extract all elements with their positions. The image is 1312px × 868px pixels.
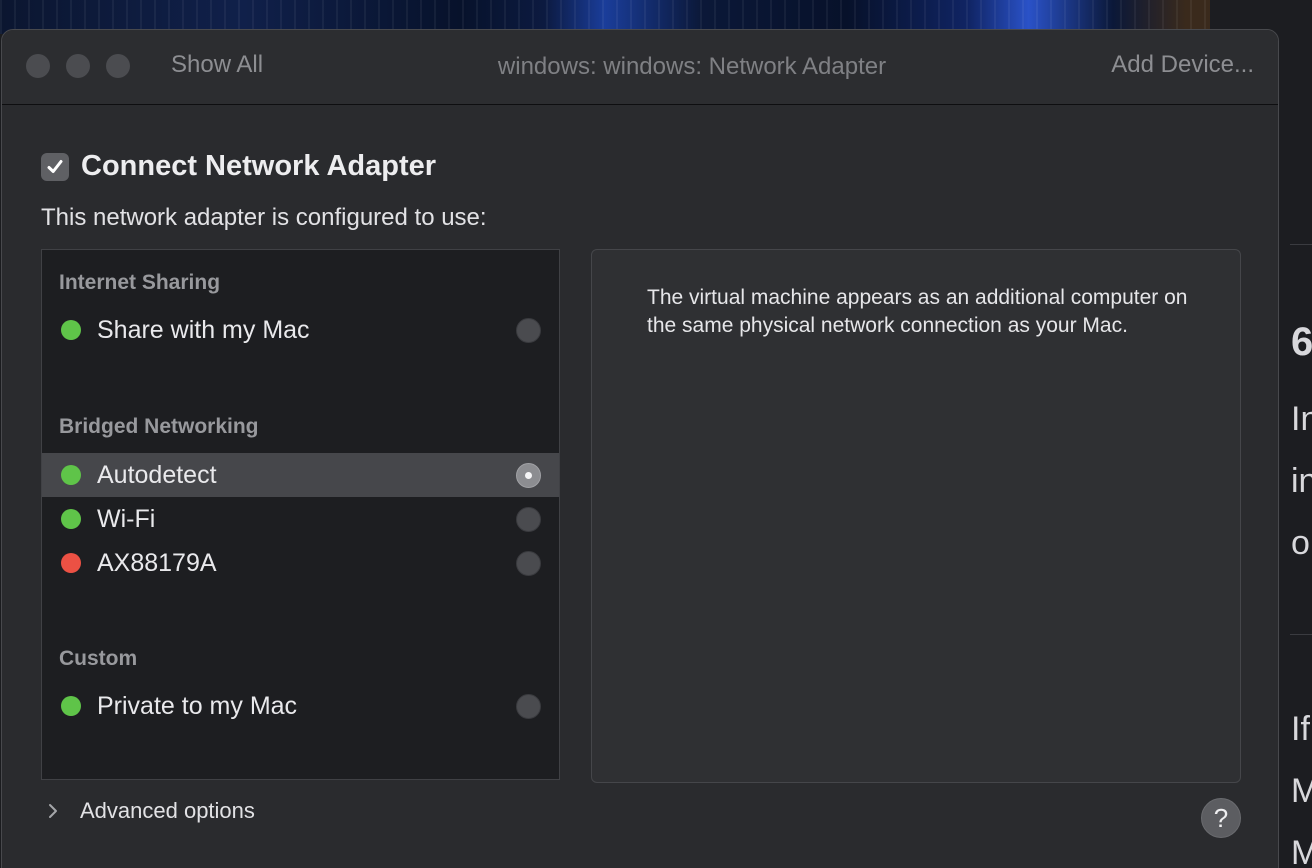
- autodetect-radio[interactable]: [516, 462, 541, 488]
- title-bar: Show All windows: windows: Network Adapt…: [2, 30, 1278, 105]
- chevron-right-icon: [49, 804, 57, 818]
- status-dot-icon: [61, 696, 81, 716]
- connect-adapter-checkbox[interactable]: [41, 152, 69, 181]
- status-dot-icon: [61, 553, 81, 573]
- network-source-list: Internet Sharing Share with my Mac Bridg…: [41, 249, 560, 780]
- list-item-wifi[interactable]: Wi-Fi: [42, 497, 559, 541]
- description-panel: The virtual machine appears as an additi…: [591, 249, 1241, 783]
- list-item-label: Private to my Mac: [97, 691, 298, 720]
- list-item-label: Autodetect: [97, 460, 217, 489]
- window-title: windows: windows: Network Adapter: [497, 53, 887, 80]
- settings-content: Connect Network Adapter This network ada…: [2, 106, 1278, 868]
- wifi-radio[interactable]: [516, 506, 541, 532]
- private-to-mac-radio[interactable]: [516, 693, 541, 719]
- group-header-internet-sharing: Internet Sharing: [59, 271, 221, 294]
- status-dot-icon: [61, 465, 81, 485]
- advanced-options-disclosure[interactable]: Advanced options: [46, 798, 255, 824]
- background-rule: [1290, 634, 1312, 635]
- background-text: M: [1291, 774, 1312, 808]
- ax88179a-radio[interactable]: [516, 550, 541, 576]
- network-adapter-window: Show All windows: windows: Network Adapt…: [1, 29, 1279, 868]
- background-text: in: [1291, 464, 1312, 498]
- group-header-bridged-networking: Bridged Networking: [59, 415, 259, 438]
- mode-description: The virtual machine appears as an additi…: [647, 286, 1188, 337]
- list-item-private-to-my-mac[interactable]: Private to my Mac: [42, 684, 559, 728]
- connect-adapter-row[interactable]: Connect Network Adapter: [41, 150, 436, 183]
- connect-adapter-label: Connect Network Adapter: [81, 150, 437, 182]
- status-dot-icon: [61, 320, 81, 340]
- background-text: In: [1291, 402, 1312, 436]
- configured-description: This network adapter is configured to us…: [41, 204, 487, 231]
- group-header-custom: Custom: [59, 647, 138, 670]
- help-button[interactable]: ?: [1201, 798, 1241, 838]
- list-item-label: AX88179A: [97, 548, 217, 577]
- list-item-ax88179a[interactable]: AX88179A: [42, 541, 559, 585]
- background-text: M: [1291, 836, 1312, 868]
- advanced-options-label: Advanced options: [80, 798, 255, 823]
- list-item-label: Wi-Fi: [97, 504, 156, 533]
- list-item-share-with-my-mac[interactable]: Share with my Mac: [42, 308, 559, 352]
- background-text: o: [1291, 526, 1310, 560]
- background-text: If: [1291, 712, 1310, 746]
- background-rule: [1290, 244, 1312, 245]
- list-item-autodetect[interactable]: Autodetect: [42, 453, 559, 497]
- add-device-button[interactable]: Add Device...: [1111, 51, 1254, 79]
- status-dot-icon: [61, 509, 81, 529]
- checkmark-icon: [47, 159, 63, 173]
- share-with-mac-radio[interactable]: [516, 317, 541, 343]
- list-item-label: Share with my Mac: [97, 315, 310, 344]
- background-text: 6: [1291, 322, 1312, 362]
